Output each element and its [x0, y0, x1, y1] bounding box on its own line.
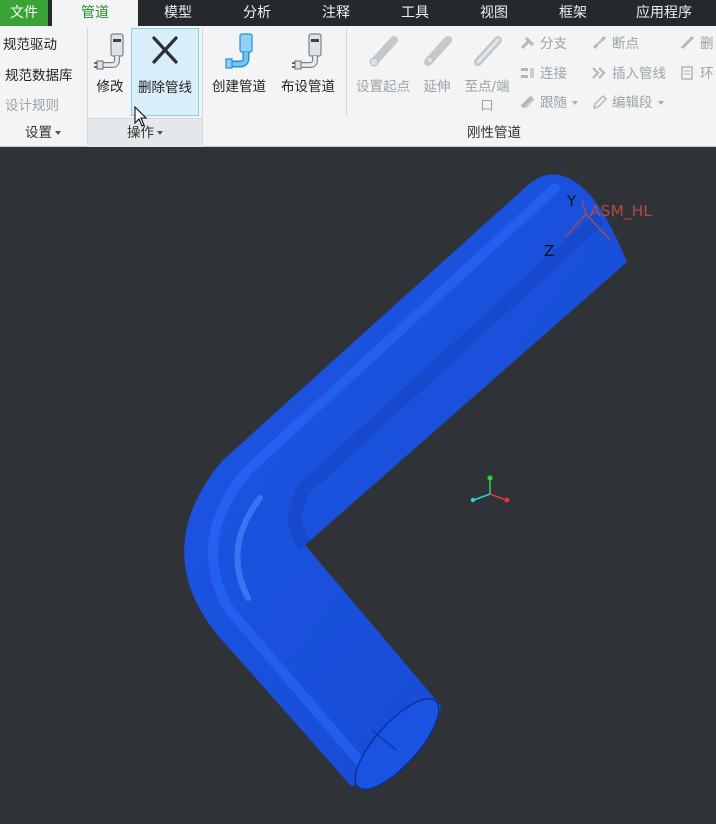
ribbon: 规范驱动 规范数据库 设计规则 设置 修改 删除管线 操作 创建管道 布设管道 …	[0, 26, 716, 147]
create-pipe-icon	[225, 33, 253, 69]
chevron-down-icon	[157, 131, 163, 135]
route-pipe-icon	[292, 33, 322, 70]
delete-partial-icon	[680, 36, 695, 50]
insert-line-label: 插入管线	[612, 66, 666, 82]
pencil-icon	[592, 95, 608, 109]
connect-label: 连接	[540, 66, 567, 82]
spec-driven-button[interactable]: 规范驱动	[3, 33, 57, 53]
ring-label: 环	[700, 66, 714, 82]
spec-database-button[interactable]: 规范数据库	[5, 64, 73, 84]
to-point-label-line2: 口	[480, 98, 494, 114]
delete-partial-button[interactable]: 删	[680, 34, 714, 54]
to-point-icon	[474, 36, 502, 66]
group-footer-operations[interactable]: 操作	[88, 120, 202, 146]
pipe-modify-icon	[94, 33, 124, 70]
pipe-body	[184, 174, 627, 786]
set-start-icon	[369, 36, 398, 67]
edit-segment-label: 编辑段	[612, 95, 653, 111]
group-footer-settings-label: 设置	[25, 125, 52, 141]
route-pipe-button[interactable]: 布设管道	[274, 28, 342, 116]
tab-piping[interactable]: 管道	[52, 0, 138, 26]
group-footer-settings[interactable]: 设置	[0, 120, 86, 146]
branch-label: 分支	[540, 36, 567, 52]
set-start-label: 设置起点	[356, 79, 410, 95]
chevron-down-icon	[55, 131, 61, 135]
insert-line-icon	[592, 67, 606, 79]
tab-view[interactable]: 视图	[454, 0, 534, 26]
break-point-icon	[592, 36, 607, 50]
csys-z-label: Z	[544, 242, 554, 260]
modify-button[interactable]: 修改	[90, 28, 130, 116]
app-window: 文件 管道 模型 分析 注释 工具 视图 框架 应用程序 规范驱动 规范数据库 …	[0, 0, 716, 824]
to-point-label: 至点/端	[464, 79, 510, 95]
ribbon-tab-bar: 文件 管道 模型 分析 注释 工具 视图 框架 应用程序	[0, 0, 716, 26]
tab-applications[interactable]: 应用程序	[612, 0, 716, 26]
follow-icon	[520, 95, 535, 109]
tab-annotate[interactable]: 注释	[296, 0, 376, 26]
to-point-button[interactable]: 至点/端 口	[458, 28, 516, 116]
csys-name-label: ASM_HL	[590, 202, 652, 221]
branch-button[interactable]: 分支	[520, 34, 567, 54]
follow-button[interactable]: 跟随	[520, 93, 578, 113]
ring-icon	[681, 66, 693, 80]
break-point-button[interactable]: 断点	[592, 34, 639, 54]
delete-line-button[interactable]: 删除管线	[131, 28, 199, 116]
connect-icon	[521, 68, 534, 78]
delete-line-label: 删除管线	[138, 80, 192, 96]
ring-button[interactable]: 环	[680, 64, 714, 84]
graphics-viewport[interactable]: Y Z ASM_HL	[0, 148, 716, 824]
group-footer-operations-label: 操作	[127, 125, 154, 141]
tab-tools[interactable]: 工具	[376, 0, 454, 26]
break-point-label: 断点	[612, 36, 639, 52]
delete-partial-label: 删	[700, 36, 714, 52]
set-start-button[interactable]: 设置起点	[350, 28, 416, 116]
delete-x-icon	[152, 36, 178, 64]
branch-icon	[520, 36, 535, 50]
tab-model[interactable]: 模型	[138, 0, 218, 26]
group-footer-rigid-piping: 刚性管道	[467, 125, 521, 141]
route-pipe-label: 布设管道	[281, 79, 335, 95]
create-pipe-button[interactable]: 创建管道	[206, 28, 272, 116]
connect-button[interactable]: 连接	[520, 64, 567, 84]
extend-icon	[424, 36, 452, 66]
modify-label: 修改	[96, 79, 124, 95]
group-divider	[202, 28, 203, 145]
insert-line-button[interactable]: 插入管线	[592, 64, 666, 84]
edit-segment-button[interactable]: 编辑段	[592, 93, 664, 113]
extend-label: 延伸	[423, 79, 451, 95]
follow-label: 跟随	[540, 95, 567, 111]
chevron-down-icon	[657, 101, 664, 105]
world-triad-icon	[470, 475, 510, 503]
create-pipe-label: 创建管道	[212, 79, 266, 95]
extend-button[interactable]: 延伸	[418, 28, 456, 116]
chevron-down-icon	[572, 101, 578, 105]
group-divider	[346, 28, 347, 116]
pipe-model[interactable]: Y Z ASM_HL	[0, 148, 716, 824]
tab-framework[interactable]: 框架	[534, 0, 612, 26]
tab-analysis[interactable]: 分析	[218, 0, 296, 26]
csys-y-label: Y	[566, 192, 577, 210]
design-rules-button[interactable]: 设计规则	[5, 94, 59, 114]
tab-file[interactable]: 文件	[0, 0, 48, 26]
